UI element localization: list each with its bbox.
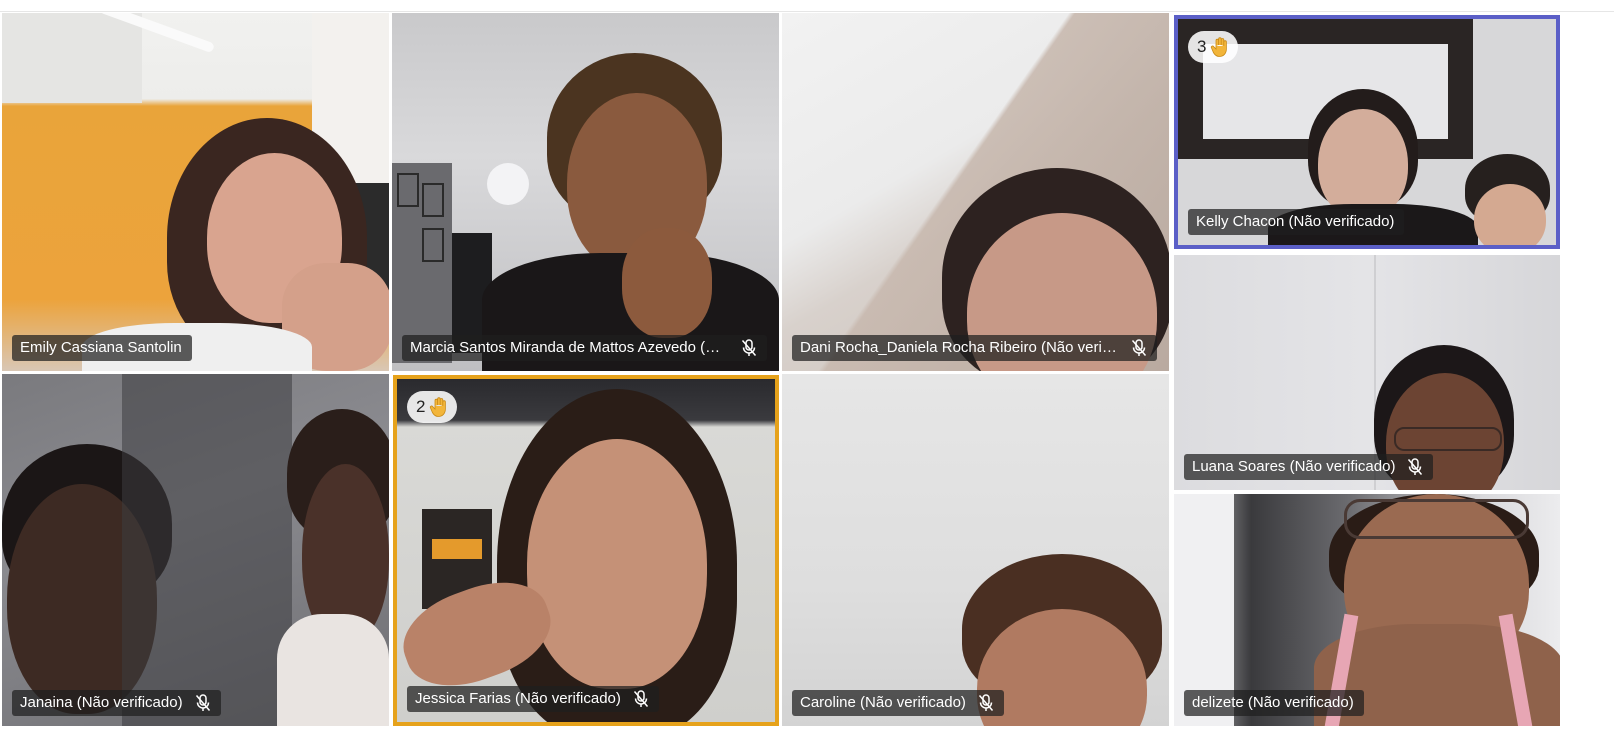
video-tile-janaina[interactable]: Janaina (Não verificado) — [2, 374, 389, 726]
participant-name-label: Emily Cassiana Santolin — [12, 335, 192, 361]
raised-hand-icon — [430, 397, 447, 417]
microphone-off-icon — [1408, 458, 1423, 475]
video-feed — [2, 374, 389, 726]
participant-name-label: Jessica Farias (Não verificado) — [407, 686, 659, 712]
video-tile-emily[interactable]: Emily Cassiana Santolin — [2, 13, 389, 371]
participant-name: Marcia Santos Miranda de Mattos Azevedo … — [410, 339, 729, 356]
video-feed — [782, 13, 1169, 371]
top-bar — [0, 0, 1614, 12]
video-feed — [782, 374, 1169, 726]
participant-name: Kelly Chacon (Não verificado) — [1196, 213, 1395, 230]
video-tile-jessica[interactable]: 2 Jessica Farias (Não verificado) — [393, 375, 779, 726]
participant-name: Jessica Farias (Não verificado) — [415, 690, 621, 707]
raised-hand-order: 2 — [416, 397, 426, 416]
raised-hand-badge: 2 — [407, 391, 458, 423]
video-tile-marcia[interactable]: Marcia Santos Miranda de Mattos Azevedo … — [392, 13, 779, 371]
raised-hand-icon — [1211, 37, 1228, 57]
microphone-off-icon — [1131, 339, 1147, 356]
participant-name-label: Luana Soares (Não verificado) — [1184, 454, 1434, 480]
participant-name-label: Marcia Santos Miranda de Mattos Azevedo … — [402, 335, 767, 361]
microphone-off-icon — [978, 694, 993, 711]
raised-hand-order: 3 — [1197, 37, 1207, 56]
microphone-off-icon — [633, 690, 648, 707]
video-tile-dani[interactable]: Dani Rocha_Daniela Rocha Ribeiro (Não ve… — [782, 13, 1169, 371]
microphone-off-icon — [741, 339, 757, 356]
raised-hand-badge: 3 — [1188, 31, 1239, 63]
microphone-off-icon — [195, 694, 210, 711]
participant-name: delizete (Não verificado) — [1192, 694, 1354, 711]
participant-name: Caroline (Não verificado) — [800, 694, 966, 711]
participant-name: Janaina (Não verificado) — [20, 694, 183, 711]
participant-name-label: Janaina (Não verificado) — [12, 690, 221, 716]
participant-name-label: delizete (Não verificado) — [1184, 690, 1364, 716]
video-feed — [397, 379, 775, 722]
video-tile-luana[interactable]: Luana Soares (Não verificado) — [1174, 255, 1560, 490]
video-feed — [2, 13, 389, 371]
video-tile-caroline[interactable]: Caroline (Não verificado) — [782, 374, 1169, 726]
participant-name: Dani Rocha_Daniela Rocha Ribeiro (Não ve… — [800, 339, 1119, 356]
participant-name-label: Kelly Chacon (Não verificado) — [1188, 209, 1405, 235]
participant-name: Emily Cassiana Santolin — [20, 339, 182, 356]
video-feed — [392, 13, 779, 371]
video-tile-kelly[interactable]: 3 Kelly Chacon (Não verificado) — [1174, 15, 1560, 249]
participant-name: Luana Soares (Não verificado) — [1192, 458, 1396, 475]
participant-name-label: Dani Rocha_Daniela Rocha Ribeiro (Não ve… — [792, 335, 1157, 361]
participant-name-label: Caroline (Não verificado) — [792, 690, 1004, 716]
video-tile-delizete[interactable]: delizete (Não verificado) — [1174, 494, 1560, 726]
